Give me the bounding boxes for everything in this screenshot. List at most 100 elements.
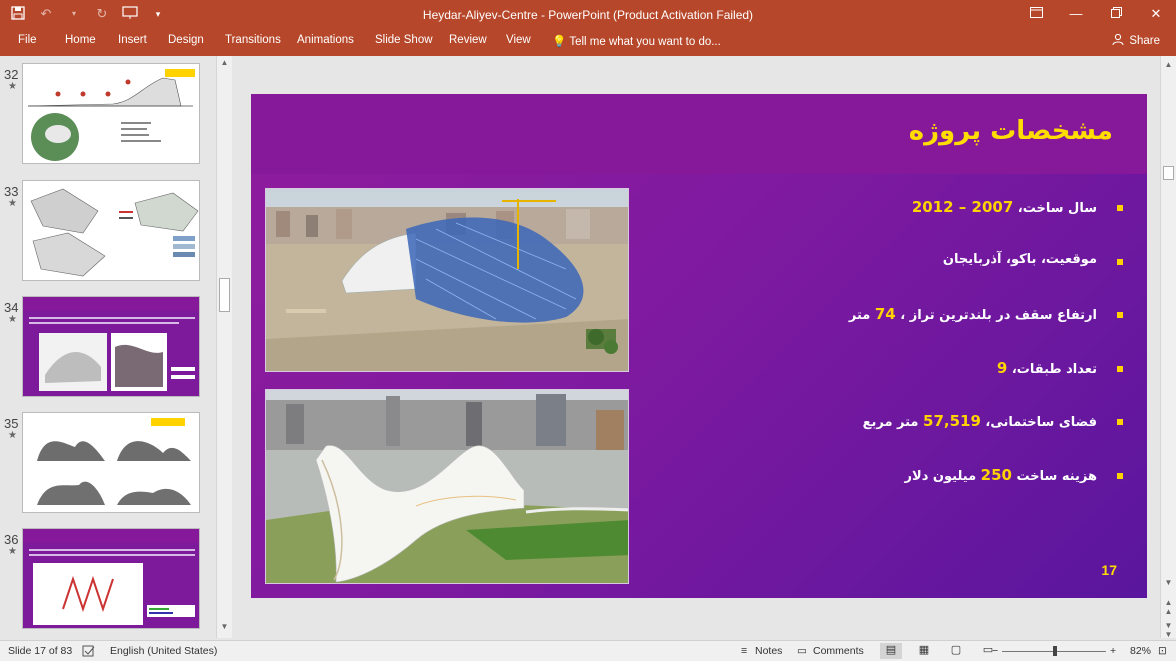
ribbon-display-icon[interactable] (1016, 0, 1056, 30)
list-item[interactable]: هزینه ساخت 250 میلیون دلار (643, 465, 1123, 520)
slide-thumbnails-pane: 32 ★ 33 ★ 34 ★ 35 ★ 36 ★ ▲ ▼ (0, 56, 232, 638)
bullet-text: سال ساخت، (1013, 201, 1097, 216)
zoom-level[interactable]: 82% (1130, 645, 1151, 657)
previous-slide-icon[interactable]: ▲ ▲ (1163, 598, 1174, 616)
thumbnail-slide-32[interactable]: 32 ★ (0, 63, 216, 167)
thumbnail-frame (22, 528, 200, 629)
editor-scrollbar[interactable]: ▲ ▼ ▲ ▲ ▼ ▼ (1160, 56, 1176, 639)
bullet-suffix: متر (848, 308, 875, 323)
animation-star-icon: ★ (8, 314, 17, 325)
slide-canvas[interactable]: مشخصات پروژه سال ساخت، 2012 – 2007 موقعی… (251, 94, 1147, 598)
tell-me-box[interactable]: 💡 Tell me what you want to do... (552, 34, 721, 48)
tab-slide-show[interactable]: Slide Show (375, 34, 433, 46)
list-item[interactable]: سال ساخت، 2012 – 2007 (643, 198, 1123, 252)
list-item[interactable]: موقعیت، باکو، آذربایجان (643, 251, 1123, 306)
spell-check-icon[interactable] (82, 645, 96, 660)
reading-view-icon[interactable]: ▢ (945, 643, 967, 659)
normal-view-icon[interactable]: ▤ (880, 643, 902, 659)
tell-me-label: Tell me what you want to do... (569, 36, 721, 48)
bullet-text: فضای ساختمانی، (980, 415, 1097, 430)
bullet-suffix: متر مربع (862, 415, 924, 430)
thumbnail-slide-35[interactable]: 35 ★ (0, 412, 216, 516)
thumbnail-number: 34 (4, 300, 19, 315)
bullet-marker (1117, 312, 1123, 318)
zoom-out-button[interactable]: − (992, 645, 998, 657)
scroll-up-icon[interactable]: ▲ (219, 58, 230, 70)
animation-star-icon: ★ (8, 430, 17, 441)
bullet-marker (1117, 258, 1123, 265)
thumbnail-frame (22, 296, 200, 397)
tab-transitions[interactable]: Transitions (225, 34, 281, 46)
window-title: Heydar-Aliyev-Centre - PowerPoint (Produ… (422, 8, 754, 22)
scroll-down-icon[interactable]: ▼ (219, 622, 230, 634)
list-item[interactable]: فضای ساختمانی، 57,519 متر مربع (643, 412, 1123, 466)
scroll-thumb[interactable] (1163, 166, 1174, 180)
completed-building-photo[interactable] (265, 389, 629, 584)
animation-star-icon: ★ (8, 198, 17, 209)
zoom-slider-thumb[interactable] (1053, 646, 1057, 656)
tab-insert[interactable]: Insert (118, 34, 147, 46)
thumbnail-slide-36[interactable]: 36 ★ (0, 528, 216, 632)
project-specs-list: سال ساخت، 2012 – 2007 موقعیت، باکو، آذرب… (643, 198, 1123, 520)
slide-title[interactable]: مشخصات پروژه (909, 116, 1113, 146)
comments-button[interactable]: Comments (813, 645, 864, 657)
thumbnail-slide-33[interactable]: 33 ★ (0, 180, 216, 284)
thumbnail-drawing (23, 529, 199, 628)
next-slide-icon[interactable]: ▼ ▼ (1163, 621, 1174, 639)
animation-star-icon: ★ (8, 546, 17, 557)
comments-icon[interactable]: ▭ (797, 645, 807, 657)
restore-icon[interactable] (1096, 0, 1136, 30)
construction-photo[interactable] (265, 188, 629, 372)
thumbnail-number: 33 (4, 184, 19, 199)
tab-review[interactable]: Review (449, 34, 487, 46)
lightbulb-icon: 💡 (552, 36, 567, 48)
bullet-highlight: 9 (996, 358, 1008, 377)
thumbnail-number: 36 (4, 532, 19, 547)
thumbnail-frame (22, 63, 200, 164)
status-bar: Slide 17 of 83 English (United States) ≡… (0, 640, 1176, 661)
notes-icon[interactable]: ≡ (741, 645, 747, 657)
thumbnails-scrollbar[interactable]: ▲ ▼ (216, 56, 232, 638)
title-bar: ↶ ▾ ↻ ▾ Heydar-Aliyev-Centre - PowerPoin… (0, 0, 1176, 30)
thumbnail-frame (22, 412, 200, 513)
thumbnail-frame (22, 180, 200, 281)
thumbnail-slide-34[interactable]: 34 ★ (0, 296, 216, 400)
tab-animations[interactable]: Animations (297, 34, 354, 46)
tab-file[interactable]: File (18, 34, 37, 46)
zoom-in-button[interactable]: + (1110, 645, 1116, 657)
bullet-text: تعداد طبقات، (1007, 361, 1097, 377)
close-icon[interactable]: ✕ (1136, 0, 1176, 30)
bullet-text: ارتفاع سقف در بلندترین تراز ، (895, 308, 1097, 323)
bullet-highlight: 2012 – 2007 (911, 198, 1014, 216)
share-button[interactable]: Share (1112, 33, 1160, 48)
thumbnail-drawing (23, 297, 199, 396)
list-item[interactable]: ارتفاع سقف در بلندترین تراز ، 74 متر (643, 305, 1123, 359)
bullet-marker (1117, 419, 1123, 425)
minimize-icon[interactable]: — (1056, 0, 1096, 30)
ribbon-tabs: File Home Insert Design Transitions Anim… (0, 30, 1176, 56)
tab-home[interactable]: Home (65, 34, 96, 46)
bullet-suffix: میلیون دلار (904, 468, 981, 484)
fit-to-window-icon[interactable]: ⊡ (1158, 645, 1167, 657)
thumbnail-drawing (23, 64, 199, 163)
scroll-up-icon[interactable]: ▲ (1163, 60, 1174, 69)
window-controls: — ✕ (1016, 0, 1176, 30)
scroll-thumb[interactable] (219, 278, 230, 312)
tab-design[interactable]: Design (168, 34, 204, 46)
slide-counter: Slide 17 of 83 (8, 645, 73, 657)
bullet-marker (1117, 365, 1123, 372)
notes-button[interactable]: Notes (755, 645, 782, 657)
bullet-highlight: 57,519 (923, 412, 981, 430)
tab-view[interactable]: View (506, 34, 531, 46)
slide-sorter-icon[interactable]: ▦ (913, 643, 935, 659)
list-item[interactable]: تعداد طبقات، 9 (643, 358, 1123, 413)
slide-page-number: 17 (1101, 562, 1117, 578)
person-icon (1112, 33, 1124, 48)
bullet-text: هزینه ساخت (1011, 468, 1097, 484)
language-indicator[interactable]: English (United States) (110, 645, 217, 657)
bullet-text: موقعیت، باکو، آذربایجان (942, 251, 1097, 267)
scroll-down-icon[interactable]: ▼ (1163, 578, 1174, 587)
construction-image (266, 189, 628, 371)
thumbnail-number: 32 (4, 67, 19, 82)
bullet-highlight: 250 (980, 465, 1012, 484)
